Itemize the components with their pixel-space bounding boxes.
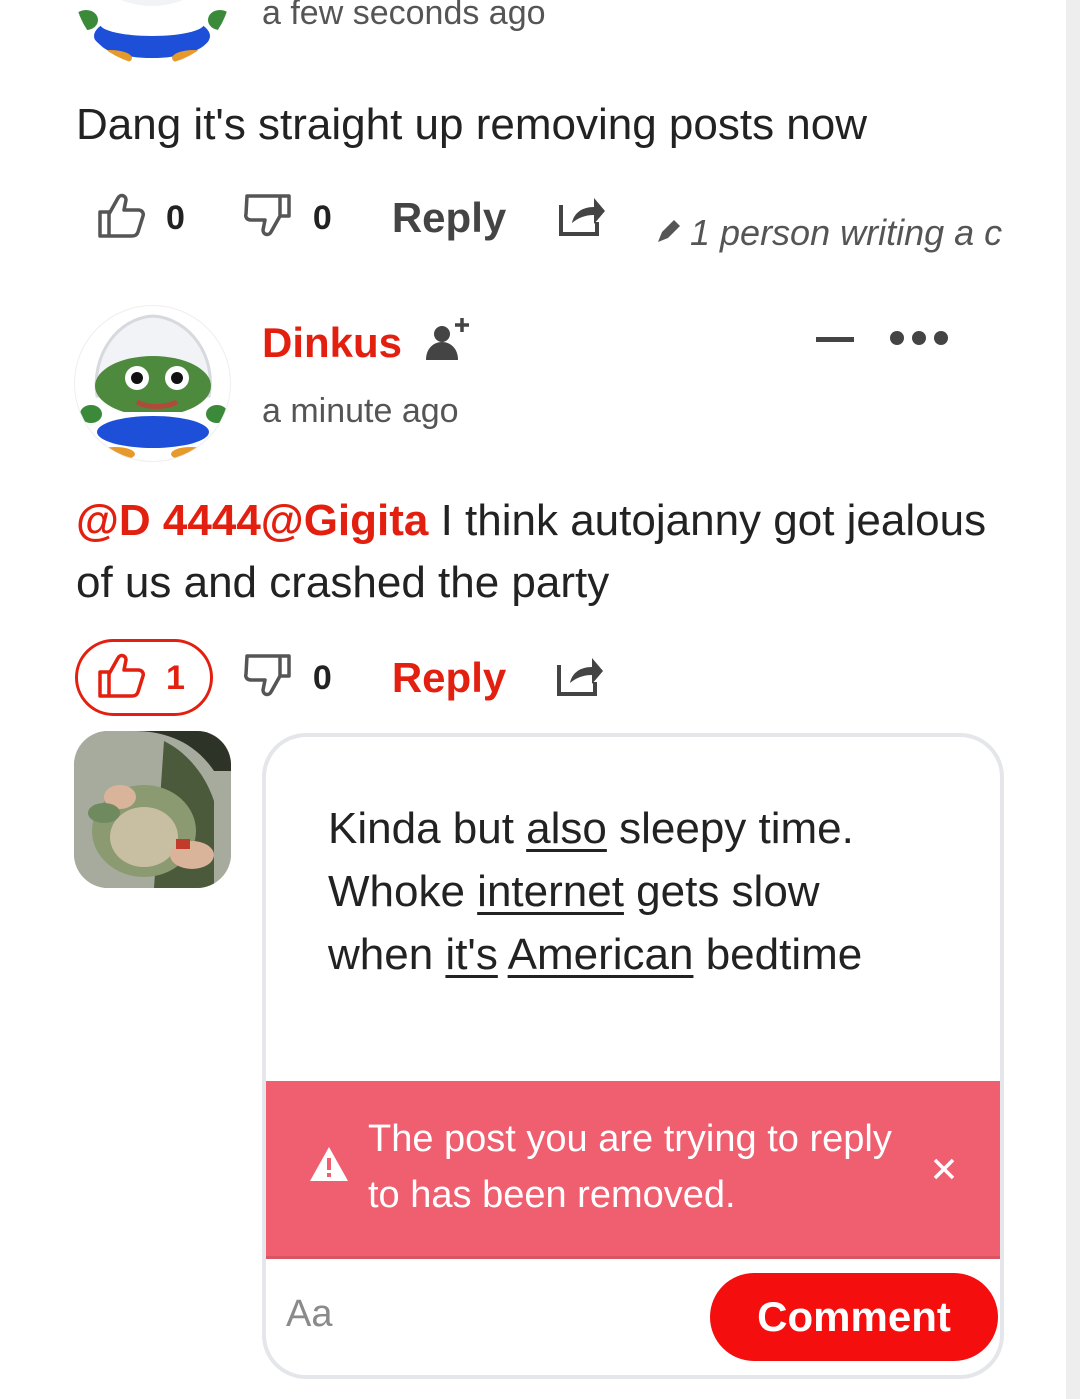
avatar[interactable]	[74, 305, 231, 462]
reply-button[interactable]: Reply	[392, 654, 506, 702]
comment-actions: 1 0 Reply	[96, 638, 604, 718]
reply-composer: Kinda but also sleepy time. Whoke interne…	[262, 733, 1004, 1379]
error-alert: The post you are trying to reply to has …	[266, 1081, 1000, 1259]
pencil-icon	[656, 218, 682, 249]
username[interactable]: Dinkus	[262, 319, 402, 367]
comment-submit-button[interactable]: Comment	[710, 1273, 998, 1361]
warning-icon	[308, 1145, 350, 1188]
avatar[interactable]	[74, 0, 231, 65]
comment-timestamp: a few seconds ago	[262, 0, 546, 32]
reply-button[interactable]: Reply	[392, 194, 506, 242]
writing-indicator-text: 1 person writing a c	[690, 212, 1003, 253]
downvote-count: 0	[312, 198, 332, 237]
comment-actions: 0 0 Reply	[96, 178, 606, 258]
comment-text: @D 4444@Gigita I think autojanny got jea…	[76, 490, 1036, 614]
comment-timestamp: a minute ago	[262, 392, 459, 430]
error-alert-text: The post you are trying to reply to has …	[368, 1118, 892, 1216]
reply-draft-text[interactable]: Kinda but also sleepy time. Whoke interne…	[328, 797, 968, 986]
thumbs-up-icon[interactable]	[96, 652, 146, 705]
writing-indicator: 1 person writing a c	[656, 212, 1066, 254]
follow-user-icon[interactable]	[424, 316, 472, 369]
collapse-icon[interactable]	[816, 337, 854, 342]
share-icon[interactable]	[558, 195, 606, 242]
comment-text: Dang it's straight up removing posts now	[76, 100, 868, 149]
thumbs-down-icon[interactable]	[243, 192, 293, 245]
downvote-count: 0	[312, 658, 332, 697]
mention-link[interactable]: @D 4444	[76, 496, 261, 545]
more-options-icon[interactable]	[890, 331, 948, 345]
scrollbar-track	[1066, 0, 1080, 1399]
comment-text-line: I think autojanny got jealous	[428, 496, 987, 545]
upvote-count: 0	[166, 198, 185, 237]
upvote-count: 1	[166, 658, 185, 697]
thumbs-down-icon[interactable]	[243, 652, 293, 705]
current-user-avatar	[74, 731, 231, 888]
thumbs-up-icon[interactable]	[96, 192, 146, 245]
comment-input[interactable]	[286, 1277, 696, 1351]
share-icon[interactable]	[556, 655, 604, 702]
close-icon[interactable]	[932, 1157, 956, 1186]
comment-text-line: of us and crashed the party	[76, 558, 610, 607]
mention-link[interactable]: @Gigita	[261, 496, 429, 545]
